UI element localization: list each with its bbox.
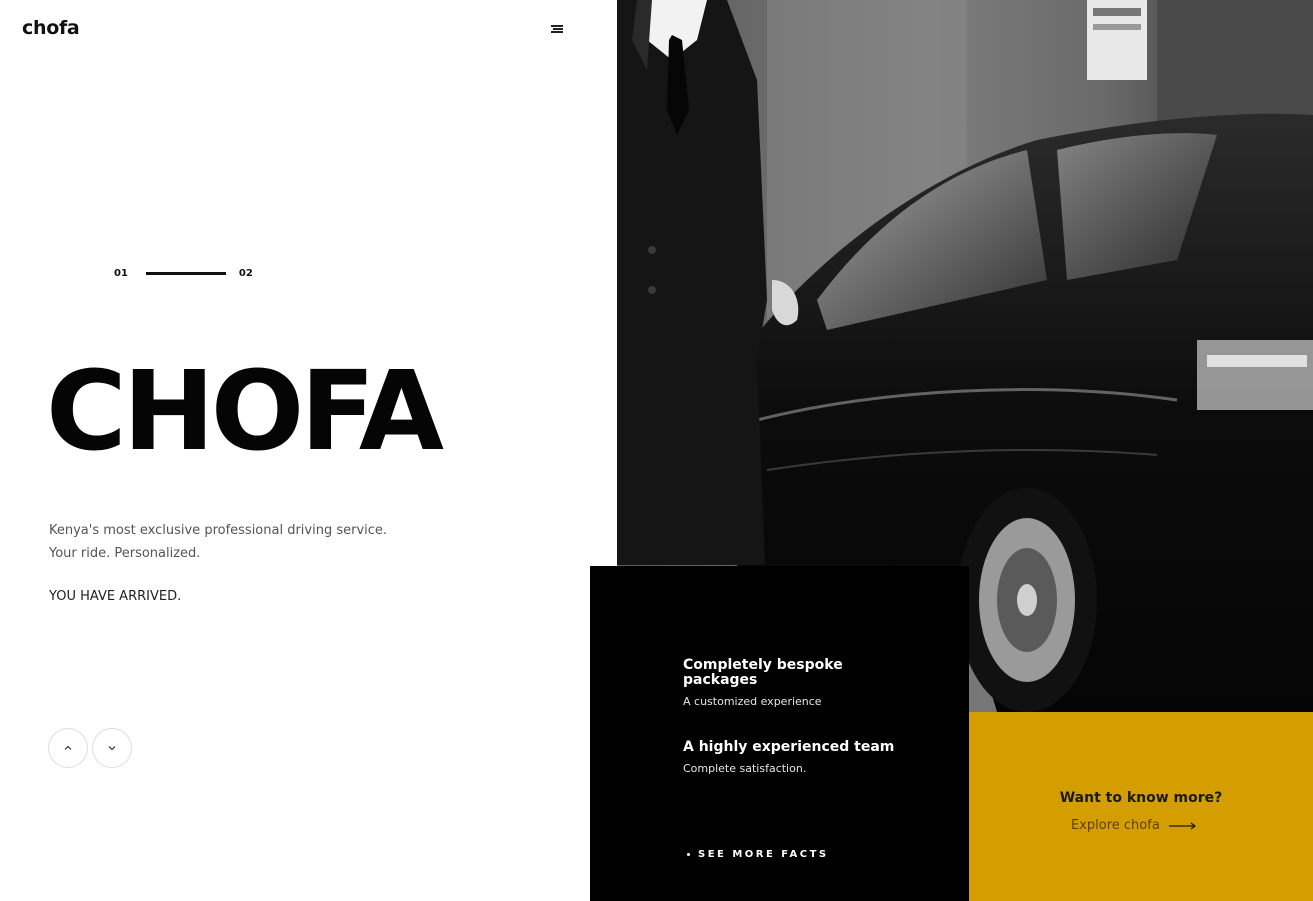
explore-link[interactable]: Explore chofa xyxy=(1071,818,1197,833)
cta-title: Want to know more? xyxy=(1059,790,1223,806)
fact-title-2: A highly experienced team xyxy=(683,739,895,755)
hero-title: CHOFA xyxy=(46,347,444,475)
tagline-line-2: Your ride. Personalized. xyxy=(49,546,201,561)
slide-total: 02 xyxy=(238,268,253,279)
tagline-line-1: Kenya's most exclusive professional driv… xyxy=(49,523,388,538)
slide-current: 01 xyxy=(114,268,128,279)
chevron-up-icon xyxy=(64,745,72,750)
site-logo[interactable]: chofa xyxy=(22,17,80,39)
slide-down-button[interactable] xyxy=(92,728,132,768)
fact-subtitle-1: A customized experience xyxy=(683,695,822,708)
arrow-right-icon xyxy=(1168,822,1196,829)
fact-subtitle-2: Complete satisfaction. xyxy=(683,762,807,775)
see-more-facts-link[interactable]: SEE MORE FACTS xyxy=(687,849,829,860)
slide-progress-line xyxy=(145,272,226,275)
hero-panel: chofa 01 02 CHOFA Kenya's most exclusive… xyxy=(0,0,617,901)
see-more-label: SEE MORE FACTS xyxy=(698,849,829,860)
hamburger-menu-icon[interactable] xyxy=(549,23,565,35)
explore-link-label: Explore chofa xyxy=(1071,818,1160,833)
hero-tagline: Kenya's most exclusive professional driv… xyxy=(49,519,387,565)
arrived-text: YOU HAVE ARRIVED. xyxy=(49,589,182,604)
slide-up-button[interactable] xyxy=(48,728,88,768)
cta-panel: Want to know more? Explore chofa xyxy=(969,712,1313,901)
bullet-icon xyxy=(687,852,690,856)
slide-counter: 01 02 xyxy=(114,268,253,279)
chevron-down-icon xyxy=(108,746,116,751)
facts-panel: Completely bespoke packages A customized… xyxy=(590,566,969,901)
fact-title-1: Completely bespoke packages xyxy=(683,657,843,688)
